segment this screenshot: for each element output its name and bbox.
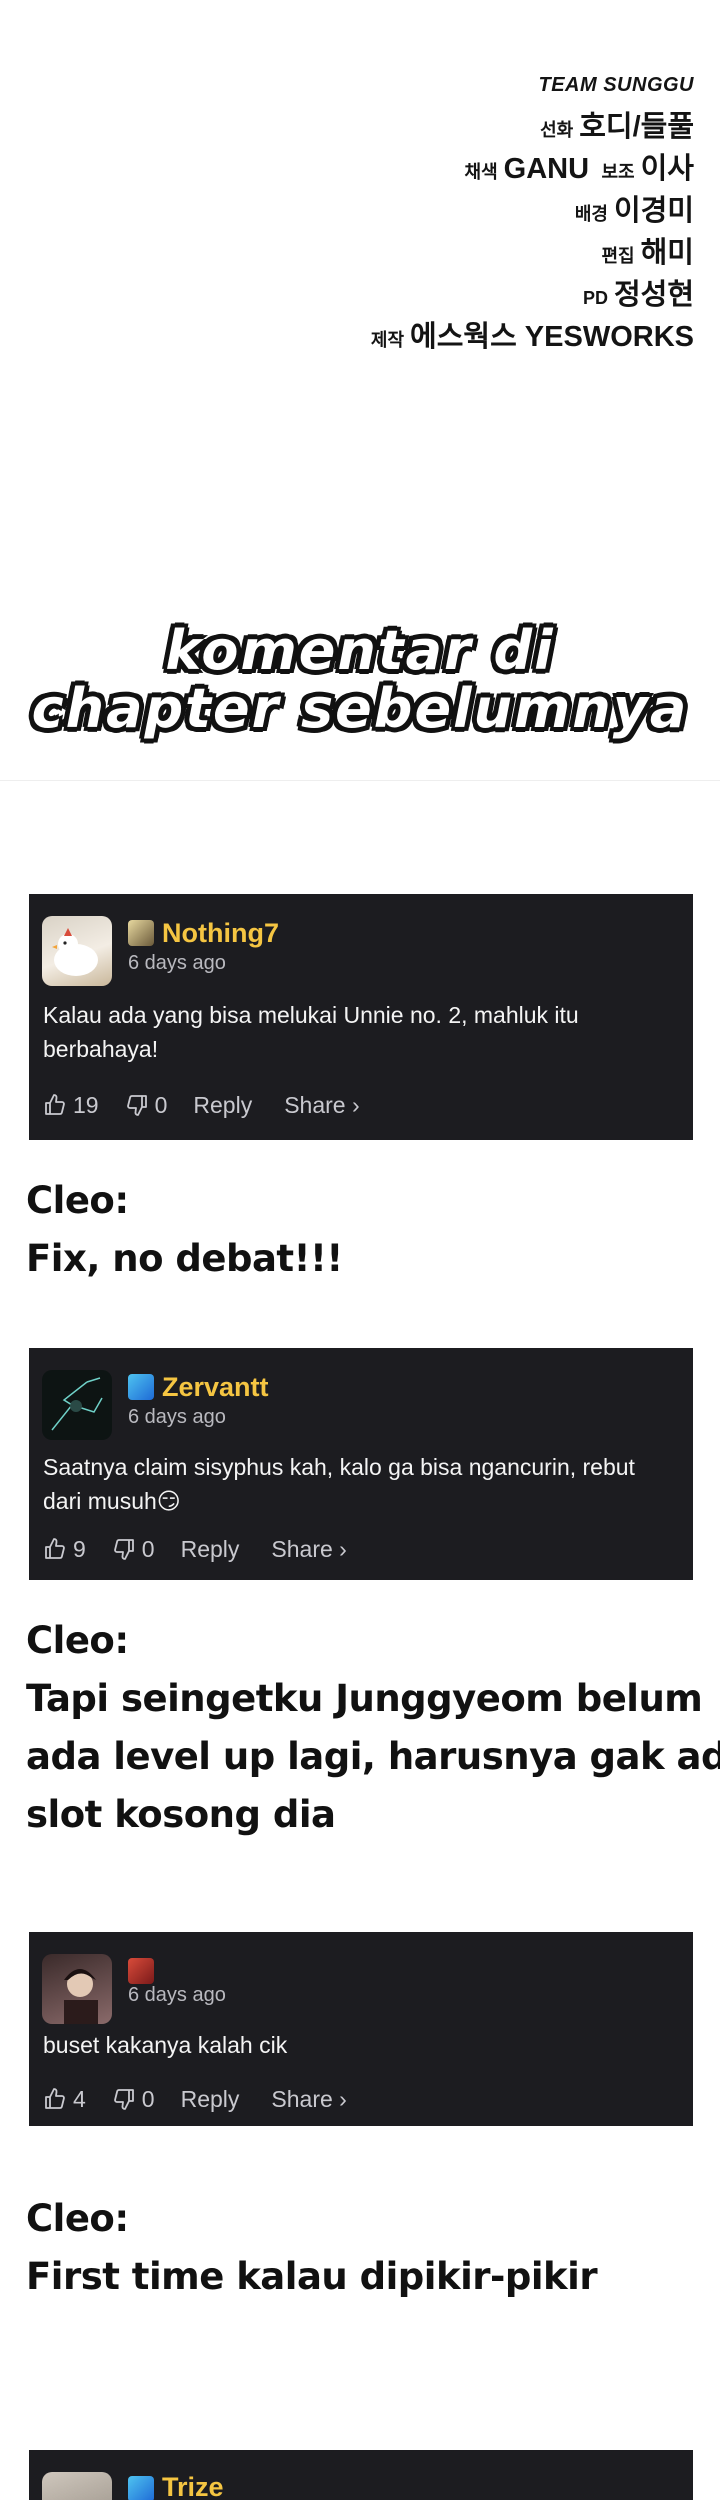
comment-actions: 9 0 Reply Share ›: [43, 1532, 373, 1566]
share-button[interactable]: Share ›: [271, 1536, 346, 1563]
comment-time: 6 days ago: [128, 1406, 226, 1428]
avatar[interactable]: [42, 2472, 112, 2500]
share-button[interactable]: Share ›: [284, 1092, 359, 1119]
like-button[interactable]: 4: [43, 2086, 86, 2113]
comment-card: 6 days ago buset kakanya kalah cik 4 0 R…: [29, 1932, 693, 2126]
cleo-speaker: Cleo:: [26, 1619, 129, 1662]
like-button[interactable]: 9: [43, 1536, 86, 1563]
cleo-line: Fix, no debat!!!: [26, 1237, 343, 1280]
like-button[interactable]: 19: [43, 1092, 99, 1119]
reply-button[interactable]: Reply: [181, 2086, 240, 2113]
thumbs-up-icon: [45, 1094, 65, 1115]
username[interactable]: Zervantt: [162, 1370, 269, 1404]
comment-time: 6 days ago: [128, 1984, 226, 2006]
credit-line-color: 채색 GANU 보조 이사: [464, 153, 694, 185]
credit-line-lineart: 선화 호디/들풀: [540, 111, 694, 143]
title-line-1: komentar di: [165, 619, 555, 682]
title-line-2: chapter sebelumnya: [31, 677, 689, 740]
credit-line-editor: 편집 해미: [601, 237, 695, 269]
avatar-image: [64, 1969, 98, 2024]
cleo-line: slot kosong dia: [26, 1793, 336, 1836]
cleo-line: ada level up lagi, harusnya gak ada: [26, 1735, 720, 1778]
reply-button[interactable]: Reply: [193, 1092, 252, 1119]
user-badge-icon: [128, 1374, 154, 1400]
thumbs-down-icon: [126, 1095, 147, 1116]
dislike-button[interactable]: 0: [112, 1536, 155, 1563]
reply-button[interactable]: Reply: [181, 1536, 240, 1563]
user-badge-icon: [128, 1958, 154, 1984]
cleo-speaker: Cleo:: [26, 2197, 129, 2240]
avatar-image: [51, 1377, 103, 1431]
comment-card: Nothing7 6 days ago Kalau ada yang bisa …: [29, 894, 693, 1140]
cleo-line: Tapi seingetku Junggyeom belum: [26, 1677, 703, 1720]
username[interactable]: Nothing7: [162, 916, 279, 950]
credit-line-studio: 제작 에스웍스 YESWORKS: [370, 321, 694, 353]
cleo-note: Cleo: Tapi seingetku Junggyeom belum ada…: [26, 1612, 720, 1844]
dislike-button[interactable]: 0: [112, 2086, 155, 2113]
comment-actions: 4 0 Reply Share ›: [43, 2082, 373, 2116]
dislike-button[interactable]: 0: [125, 1092, 167, 1119]
comment-time: 6 days ago: [128, 952, 226, 974]
avatar-image: [52, 928, 98, 976]
share-button[interactable]: Share ›: [271, 2086, 346, 2113]
cleo-note: Cleo: Fix, no debat!!!: [26, 1172, 696, 1288]
comment-actions: 19 0 Reply Share ›: [43, 1088, 386, 1122]
avatar[interactable]: [42, 916, 112, 986]
comment-text: buset kakanya kalah cik: [43, 2032, 288, 2058]
comment-card: Zervantt 6 days ago Saatnya claim sisyph…: [29, 1348, 693, 1580]
section-title: komentar di chapter sebelumnya: [0, 622, 720, 738]
thumbs-up-icon: [45, 1538, 65, 1559]
user-badge-icon: [128, 2476, 154, 2500]
cleo-note: Cleo: First time kalau dipikir-pikir: [26, 2190, 696, 2306]
thumbs-down-icon: [113, 1539, 134, 1560]
divider: [0, 780, 720, 781]
credit-team: TEAM SUNGGU: [538, 74, 694, 96]
comment-text: Saatnya claim sisyphus kah, kalo ga bisa…: [43, 1454, 635, 1514]
thumbs-up-icon: [45, 2088, 65, 2109]
cleo-speaker: Cleo:: [26, 1179, 129, 1222]
comment-card: Trize: [29, 2450, 693, 2500]
credit-line-pd: PD 정성현: [582, 279, 694, 311]
avatar[interactable]: [42, 1370, 112, 1440]
thumbs-down-icon: [113, 2089, 134, 2110]
credits-block: TEAM SUNGGU 선화 호디/들풀 채색 GANU 보조 이사 배경 이경미 편집…: [214, 64, 694, 358]
avatar[interactable]: [42, 1954, 112, 2024]
comment-text: Kalau ada yang bisa melukai Unnie no. 2,…: [43, 1002, 579, 1062]
cleo-line: First time kalau dipikir-pikir: [26, 2255, 598, 2298]
username[interactable]: Trize: [162, 2470, 224, 2500]
user-badge-icon: [128, 920, 154, 946]
credit-line-background: 배경 이경미: [574, 195, 694, 227]
